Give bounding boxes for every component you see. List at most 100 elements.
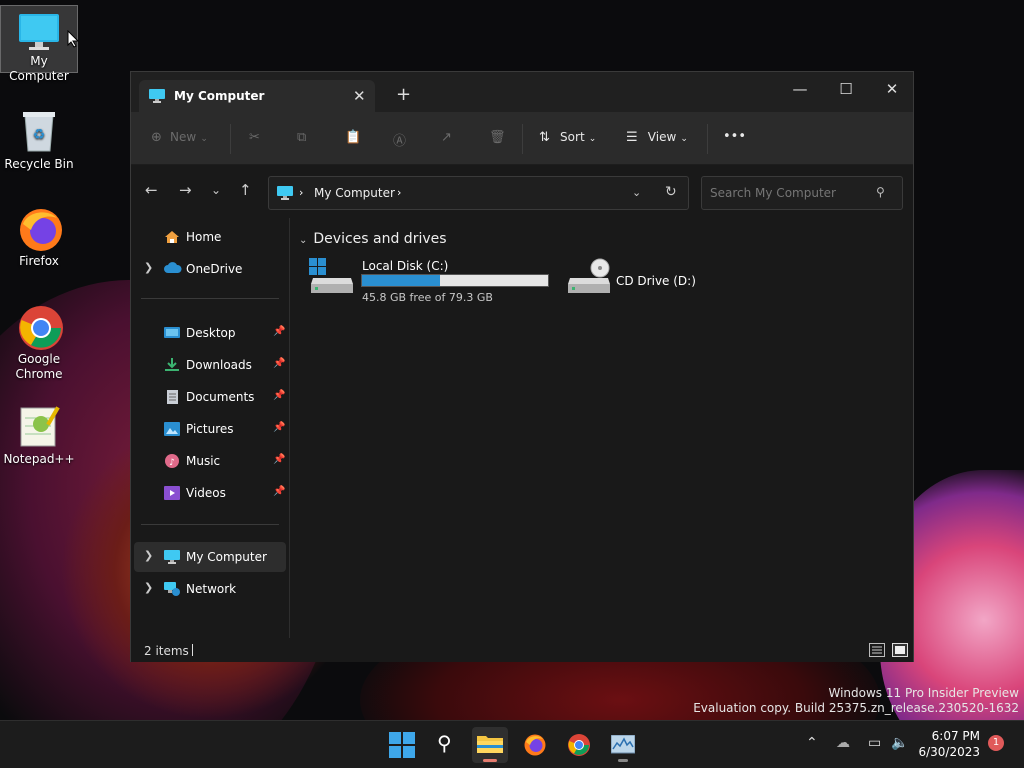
toolbar-divider — [522, 124, 523, 154]
notification-badge[interactable]: 1 — [988, 735, 1004, 751]
group-header-devices-and-drives[interactable]: ⌄ Devices and drives — [299, 231, 447, 247]
drive-item-cd-drive-d[interactable]: CD Drive (D:) — [566, 256, 766, 306]
sidebar-item-network[interactable]: ❯ Network — [134, 574, 286, 604]
more-options-button[interactable]: ••• — [723, 129, 746, 144]
evaluation-watermark: Windows 11 Pro Insider Preview Evaluatio… — [693, 686, 1019, 716]
onedrive-offline-icon[interactable]: ☁ — [836, 735, 850, 751]
forward-arrow-icon[interactable]: → — [179, 181, 192, 199]
sort-icon: ⇅ — [539, 130, 550, 145]
desktop-icon-label: Recycle Bin — [4, 157, 74, 171]
taskbar-firefox[interactable] — [517, 727, 553, 763]
windows-logo-icon — [389, 732, 415, 758]
cut-icon[interactable]: ✂ — [249, 130, 260, 145]
watermark-line: Evaluation copy. Build 25375.zn_release.… — [693, 701, 1019, 715]
copy-icon[interactable]: ⧉ — [297, 130, 306, 145]
share-icon[interactable]: ↗ — [441, 130, 452, 145]
pin-icon: 📌 — [273, 326, 286, 337]
taskbar-chrome[interactable] — [561, 727, 597, 763]
desktop-icon-label: Notepad++ — [3, 452, 75, 466]
chevron-right-icon[interactable]: ❯ — [144, 549, 153, 562]
status-bar: 2 items — [131, 638, 913, 662]
taskbar-system-monitor[interactable] — [605, 727, 641, 763]
desktop-icon-label: My Computer — [9, 54, 69, 83]
sidebar-item-home[interactable]: Home — [134, 222, 286, 252]
sidebar-item-desktop[interactable]: Desktop 📌 — [134, 318, 286, 348]
start-button[interactable] — [384, 727, 420, 763]
download-icon — [164, 358, 180, 372]
pin-icon: 📌 — [273, 422, 286, 433]
chevron-down-icon: ⌄ — [200, 134, 208, 144]
sidebar-item-label: Pictures — [186, 422, 234, 436]
search-box[interactable]: ⚲ — [701, 176, 903, 210]
navigation-bar: ← → ⌄ ↑ › My Computer › ⌄ ↻ ⚲ — [131, 166, 913, 218]
maximize-button[interactable]: ☐ — [823, 80, 869, 104]
tab-title: My Computer — [174, 89, 265, 103]
drive-name: Local Disk (C:) — [362, 259, 449, 273]
sidebar-divider — [141, 298, 279, 299]
watermark-line: Windows 11 Pro Insider Preview — [828, 686, 1019, 700]
system-clock[interactable]: 6:07 PM 6/30/2023 — [918, 728, 980, 760]
sidebar-item-my-computer[interactable]: ❯ My Computer — [134, 542, 286, 572]
address-bar[interactable]: › My Computer › ⌄ ↻ — [268, 176, 689, 210]
sidebar-item-documents[interactable]: Documents 📌 — [134, 382, 286, 412]
sidebar-item-music[interactable]: ♪ Music 📌 — [134, 446, 286, 476]
tiles-view-icon[interactable] — [892, 643, 908, 657]
sidebar-item-videos[interactable]: Videos 📌 — [134, 478, 286, 508]
paste-icon[interactable]: 📋 — [345, 130, 361, 145]
new-tab-button[interactable]: + — [396, 84, 411, 105]
show-hidden-icons-chevron-icon[interactable]: ⌃ — [806, 735, 818, 751]
network-icon — [164, 582, 180, 596]
sidebar-item-label: My Computer — [186, 550, 267, 564]
search-icon[interactable]: ⚲ — [876, 185, 885, 199]
breadcrumb[interactable]: My Computer — [314, 186, 395, 200]
recent-locations-chevron-icon[interactable]: ⌄ — [211, 183, 221, 197]
toolbar-divider — [230, 124, 231, 154]
taskbar: ⚲ ⌃ ☁ ▭ 🔈 6:07 PM 6/30/2023 1 — [0, 720, 1024, 768]
pin-icon: 📌 — [273, 454, 286, 465]
delete-icon[interactable]: 🗑 — [489, 130, 506, 145]
new-button[interactable]: ⊕ New ⌄ — [151, 130, 208, 145]
sidebar-item-label: Home — [186, 230, 222, 244]
desktop-icon-firefox[interactable]: Firefox — [0, 200, 78, 269]
file-explorer-window: My Computer ✕ + — ☐ ✕ ⊕ New ⌄ ✂ ⧉ 📋 Ⓐ ↗ … — [130, 71, 914, 662]
search-taskbar-button[interactable]: ⚲ — [429, 727, 465, 763]
chevron-right-icon[interactable]: ❯ — [144, 261, 153, 274]
folder-icon — [477, 736, 503, 753]
rename-icon[interactable]: Ⓐ — [393, 130, 406, 149]
desktop-icon — [164, 326, 180, 340]
address-history-chevron-icon[interactable]: ⌄ — [632, 186, 641, 199]
view-button[interactable]: ☰ View ⌄ — [626, 130, 688, 145]
details-view-icon[interactable] — [869, 643, 885, 657]
taskbar-file-explorer[interactable] — [472, 727, 508, 763]
sidebar-item-label: Desktop — [186, 326, 236, 340]
back-arrow-icon[interactable]: ← — [145, 181, 158, 199]
sidebar-item-onedrive[interactable]: ❯ OneDrive — [134, 254, 286, 284]
pane-splitter[interactable] — [289, 218, 290, 640]
chevron-down-icon: ⌄ — [588, 134, 597, 144]
sidebar-item-pictures[interactable]: Pictures 📌 — [134, 414, 286, 444]
desktop-icon-google-chrome[interactable]: Google Chrome — [0, 298, 78, 382]
drive-item-local-disk-c[interactable]: Local Disk (C:) 45.8 GB free of 79.3 GB — [309, 256, 559, 306]
new-label: New — [170, 130, 197, 144]
minimize-button[interactable]: — — [777, 80, 823, 104]
volume-icon[interactable]: 🔈 — [891, 735, 908, 751]
desktop-icon-recycle-bin[interactable]: ♻ Recycle Bin — [0, 103, 78, 172]
search-input[interactable] — [710, 186, 870, 200]
breadcrumb-chevron-icon: › — [397, 186, 402, 199]
active-indicator — [483, 759, 497, 762]
up-arrow-icon[interactable]: ↑ — [239, 181, 252, 199]
sort-button[interactable]: ⇅ Sort ⌄ — [539, 130, 596, 145]
refresh-icon[interactable]: ↻ — [665, 184, 677, 200]
home-icon — [164, 230, 180, 244]
music-icon: ♪ — [164, 454, 180, 468]
tab-close-button[interactable]: ✕ — [353, 87, 366, 105]
pin-icon: 📌 — [273, 486, 286, 497]
network-status-icon[interactable]: ▭ — [868, 735, 881, 751]
title-bar[interactable]: My Computer ✕ + — ☐ ✕ — [131, 72, 913, 112]
sidebar-item-downloads[interactable]: Downloads 📌 — [134, 350, 286, 380]
chevron-right-icon[interactable]: ❯ — [144, 581, 153, 594]
desktop-icon-notepad-plus-plus[interactable]: Notepad++ — [0, 398, 78, 467]
close-window-button[interactable]: ✕ — [869, 80, 915, 104]
tab-my-computer[interactable]: My Computer ✕ — [139, 80, 375, 112]
document-icon — [164, 390, 180, 404]
